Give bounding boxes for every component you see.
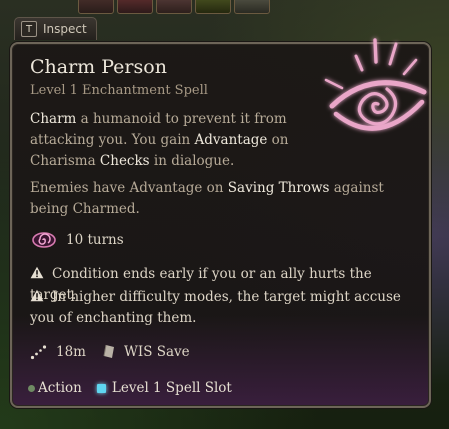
duration-row: 10 turns — [32, 231, 124, 249]
spell-level-school: Level 1 Enchantment Spell — [30, 83, 208, 98]
spell-description: Charm a humanoid to prevent it from atta… — [30, 109, 330, 172]
spell-slot-icon — [96, 383, 106, 393]
inspect-label: Inspect — [43, 22, 87, 36]
spell-tooltip: Charm Person Level 1 Enchantment Spell C… — [10, 38, 431, 408]
keyword-advantage[interactable]: Advantage — [195, 132, 268, 148]
charm-eye-icon — [324, 38, 427, 131]
save-text[interactable]: WIS Save — [124, 344, 190, 360]
keyword-charm[interactable]: Charm — [30, 111, 76, 127]
description-text: in dialogue. — [149, 153, 235, 169]
range-text: 18m — [56, 344, 86, 360]
hotbar — [78, 0, 270, 14]
hotbar-slot[interactable] — [156, 0, 192, 14]
warning-2: In higher difficulty modes, the target m… — [30, 287, 420, 329]
spell-name: Charm Person — [30, 56, 167, 78]
hotbar-slot[interactable] — [117, 0, 153, 14]
action-cost: Action — [38, 380, 82, 396]
hotbar-slot[interactable] — [234, 0, 270, 14]
enemy-note: Enemies have Advantage on Saving Throws … — [30, 178, 410, 220]
keyword-checks[interactable]: Checks — [100, 153, 150, 169]
warning-icon — [30, 289, 44, 302]
saving-throw-icon — [103, 344, 114, 358]
hotbar-slot[interactable] — [78, 0, 114, 14]
charmed-condition-icon[interactable] — [32, 231, 56, 249]
duration-text: 10 turns — [66, 232, 124, 248]
inspect-button[interactable]: T Inspect — [14, 17, 97, 40]
keyword-saving-throws[interactable]: Saving Throws — [228, 180, 330, 196]
keybind-t: T — [21, 21, 37, 37]
enemy-note-text: Enemies have Advantage on — [30, 180, 228, 196]
hotbar-slot[interactable] — [195, 0, 231, 14]
range-save-row: 18m WIS Save — [30, 344, 190, 360]
warning-text: In higher difficulty modes, the target m… — [30, 289, 401, 326]
spell-slot-cost: Level 1 Spell Slot — [111, 380, 232, 396]
action-resource-icon — [28, 384, 35, 392]
spell-cost: Action Level 1 Spell Slot — [28, 380, 232, 396]
range-icon — [30, 345, 47, 360]
warning-icon — [30, 266, 44, 279]
